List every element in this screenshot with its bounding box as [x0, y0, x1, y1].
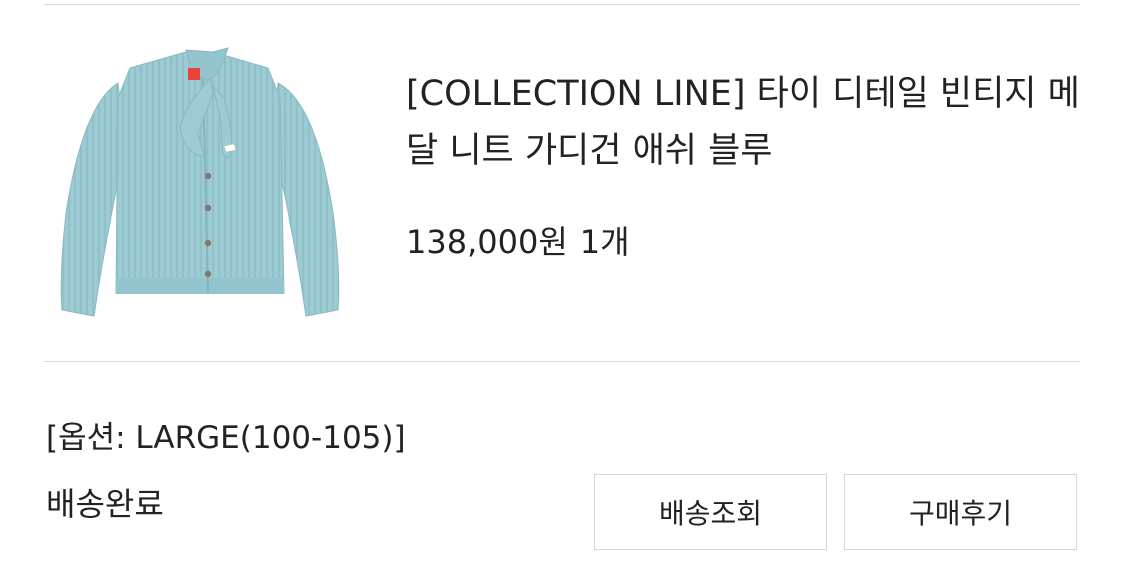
section-divider [44, 361, 1080, 362]
product-price: 138,000원 [406, 223, 568, 261]
price-quantity: 138,000원 1개 [406, 220, 630, 264]
delivery-status: 배송완료 [46, 485, 164, 523]
option-label: [옵션: LARGE(100-105)] [46, 420, 406, 456]
cardigan-image [60, 47, 340, 317]
track-shipping-button[interactable]: 배송조회 [594, 474, 827, 550]
product-image[interactable] [48, 38, 348, 328]
write-review-button[interactable]: 구매후기 [844, 474, 1077, 550]
product-quantity: 1개 [579, 223, 630, 261]
product-name[interactable]: [COLLECTION LINE] 타이 디테일 빈티지 메달 니트 가디건 애… [406, 66, 1096, 180]
top-divider [44, 4, 1080, 5]
